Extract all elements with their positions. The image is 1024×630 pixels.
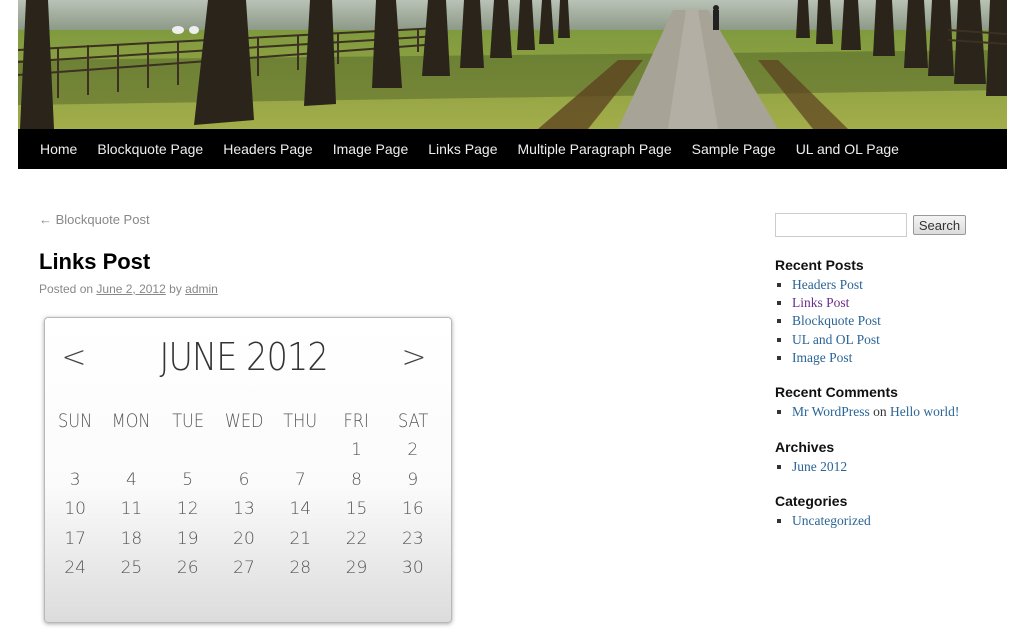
calendar-day: 7 (294, 469, 306, 490)
calendar-day (103, 436, 159, 466)
recent-posts-widget: Recent Posts Headers Post Links Post Blo… (775, 257, 881, 367)
calendar-day: 20 (233, 528, 255, 549)
categories-list: Uncategorized (775, 512, 871, 530)
archives-title: Archives (775, 439, 835, 455)
list-item: Image Post (792, 349, 881, 367)
nav-item-links-page[interactable]: Links Page (418, 129, 507, 169)
comment-author-link[interactable]: Mr WordPress (792, 404, 870, 419)
chevron-left-icon: < (61, 339, 87, 375)
post-title: Links Post (39, 249, 151, 274)
post-date-link[interactable]: June 2, 2012 (96, 282, 165, 296)
nav-item-blockquote-page[interactable]: Blockquote Page (87, 129, 213, 169)
main-navigation: Home Blockquote Page Headers Page Image … (18, 129, 1007, 169)
calendar-day: 26 (176, 558, 199, 579)
calendar-month-title: JUNE 2012 (159, 335, 329, 379)
archives-list: June 2012 (775, 458, 847, 476)
comment-on-label: on (873, 404, 887, 419)
posted-on-label: Posted on (39, 282, 94, 296)
categories-title: Categories (775, 493, 848, 509)
calendar-day: 24 (64, 558, 86, 579)
calendar-day: 19 (176, 528, 199, 549)
recent-posts-title: Recent Posts (775, 257, 864, 273)
recent-post-link[interactable]: Blockquote Post (792, 313, 881, 328)
calendar-day: 30 (402, 558, 424, 579)
calendar-day: 1 (351, 440, 362, 460)
nav-item-ul-ol-page[interactable]: UL and OL Page (786, 129, 909, 169)
recent-comments-widget: Recent Comments Mr WordPress on Hello wo… (775, 384, 959, 421)
list-item: UL and OL Post (792, 331, 881, 349)
calendar-weekday: SAT (397, 410, 428, 432)
calendar-grid: SUN MON TUE WED THU FRI SAT 1 2 3 4 5 6 7 8 9 10 11 12 13 14… (45, 406, 451, 584)
archive-link[interactable]: June 2012 (792, 459, 847, 474)
recent-post-link[interactable]: Links Post (792, 295, 849, 310)
categories-widget: Categories Uncategorized (775, 493, 871, 530)
nav-item-image-page[interactable]: Image Page (323, 129, 419, 169)
nav-item-sample-page[interactable]: Sample Page (682, 129, 786, 169)
list-item: Headers Post (792, 276, 881, 294)
post-meta: Posted on June 2, 2012 by admin (39, 282, 218, 296)
calendar-header: < JUNE 2012 > (45, 332, 451, 382)
calendar-day: 15 (345, 499, 368, 520)
search-input[interactable] (775, 213, 907, 237)
calendar-day (160, 436, 216, 466)
calendar-day: 13 (233, 499, 255, 520)
calendar-day: 11 (120, 499, 143, 520)
search-button[interactable]: Search (913, 215, 966, 235)
calendar-day: 2 (407, 440, 419, 460)
calendar-day (272, 436, 328, 466)
calendar-weekday: MON (112, 410, 151, 432)
calendar-day: 22 (345, 528, 368, 549)
recent-posts-list: Headers Post Links Post Blockquote Post … (775, 276, 881, 367)
recent-post-link[interactable]: Headers Post (792, 277, 863, 292)
calendar-day: 27 (233, 558, 255, 579)
list-item: Blockquote Post (792, 312, 881, 330)
recent-comments-list: Mr WordPress on Hello world! (775, 403, 959, 421)
calendar-day: 9 (407, 469, 419, 490)
calendar-day: 18 (120, 528, 143, 549)
header-banner-image (18, 0, 1007, 129)
by-label: by (169, 282, 182, 296)
calendar-weekday: SUN (58, 410, 93, 432)
calendar-day (216, 436, 272, 466)
calendar-day: 25 (120, 558, 143, 579)
list-item: Mr WordPress on Hello world! (792, 403, 959, 421)
calendar-day: 5 (182, 469, 194, 490)
calendar-day: 16 (402, 499, 424, 520)
calendar-weekday: WED (224, 410, 264, 432)
calendar-day: 3 (69, 469, 81, 490)
archives-widget: Archives June 2012 (775, 439, 847, 476)
calendar-day: 23 (402, 528, 424, 549)
calendar-weekday: TUE (171, 410, 204, 432)
list-item: June 2012 (792, 458, 847, 476)
calendar-weekday: FRI (343, 410, 370, 432)
calendar-day: 17 (64, 528, 86, 549)
comment-post-link[interactable]: Hello world! (890, 404, 959, 419)
nav-item-multiple-paragraph-page[interactable]: Multiple Paragraph Page (508, 129, 682, 169)
calendar-weekday: THU (283, 410, 318, 432)
calendar-image: < JUNE 2012 > SUN MON TUE WED THU FRI SAT 1 2 3 4 5… (44, 317, 452, 623)
nav-item-home[interactable]: Home (30, 129, 87, 169)
calendar-day: 10 (64, 499, 86, 520)
author-link[interactable]: admin (185, 282, 218, 296)
recent-post-link[interactable]: Image Post (792, 350, 852, 365)
recent-post-link[interactable]: UL and OL Post (792, 332, 880, 347)
calendar-day: 6 (238, 469, 250, 490)
chevron-right-icon: > (401, 339, 427, 375)
calendar-day: 29 (345, 558, 368, 579)
calendar-day: 4 (126, 469, 137, 490)
list-item: Uncategorized (792, 512, 871, 530)
nav-item-headers-page[interactable]: Headers Page (213, 129, 323, 169)
calendar-day: 21 (289, 528, 312, 549)
calendar-day (47, 436, 103, 466)
recent-comments-title: Recent Comments (775, 384, 898, 400)
calendar-day: 12 (176, 499, 199, 520)
previous-post-link[interactable]: ← Blockquote Post (39, 212, 150, 227)
category-link[interactable]: Uncategorized (792, 513, 871, 528)
list-item: Links Post (792, 294, 881, 312)
calendar-day: 8 (351, 469, 362, 490)
calendar-day: 28 (289, 558, 312, 579)
calendar-day: 14 (289, 499, 312, 520)
